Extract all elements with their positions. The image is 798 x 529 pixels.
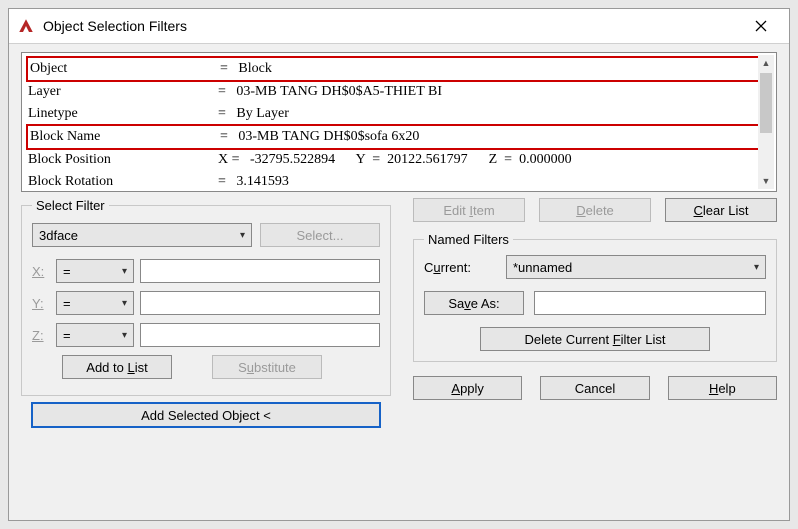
x-label: X:: [32, 264, 50, 279]
help-button[interactable]: Help: [668, 376, 777, 400]
save-as-button[interactable]: Save As:: [424, 291, 524, 315]
list-row[interactable]: Linetype= By Layer: [28, 103, 758, 125]
select-filter-legend: Select Filter: [32, 198, 109, 213]
add-to-list-button[interactable]: Add to List: [62, 355, 172, 379]
list-row-value: = 03-MB TANG DH$0$sofa 6x20: [220, 126, 419, 148]
list-row[interactable]: Block Name= 03-MB TANG DH$0$sofa 6x20: [26, 124, 760, 150]
close-icon: [755, 20, 767, 32]
current-label: Current:: [424, 260, 496, 275]
y-label: Y:: [32, 296, 50, 311]
list-row[interactable]: Layer= 03-MB TANG DH$0$A5-THIET BI: [28, 81, 758, 103]
y-value-input[interactable]: [140, 291, 380, 315]
save-as-input[interactable]: [534, 291, 766, 315]
window-title: Object Selection Filters: [43, 18, 741, 34]
list-row-value: = 3.141593: [218, 171, 289, 193]
select-filter-group: Select Filter 3dface Select...: [21, 198, 391, 396]
select-button: Select...: [260, 223, 380, 247]
list-row[interactable]: Block Rotation= 3.141593: [28, 171, 758, 193]
dialog-content: Object= BlockLayer= 03-MB TANG DH$0$A5-T…: [9, 43, 789, 520]
list-row-value: = Block: [220, 58, 272, 80]
clear-list-button[interactable]: Clear List: [665, 198, 777, 222]
cancel-button[interactable]: Cancel: [540, 376, 649, 400]
list-row[interactable]: Object= Block: [26, 56, 760, 82]
scroll-down-icon[interactable]: ▼: [758, 173, 774, 189]
list-row-key: Linetype: [28, 103, 218, 125]
x-op-combo[interactable]: =: [56, 259, 134, 283]
named-filters-legend: Named Filters: [424, 232, 513, 247]
list-row-key: Layer: [28, 81, 218, 103]
delete-button: Delete: [539, 198, 651, 222]
list-row-key: Block Position: [28, 149, 218, 171]
z-label: Z:: [32, 328, 50, 343]
list-row-value: = By Layer: [218, 103, 289, 125]
add-selected-object-button[interactable]: Add Selected Object <: [31, 402, 381, 428]
list-row-value: = 03-MB TANG DH$0$A5-THIET BI: [218, 81, 442, 103]
edit-item-button: Edit Item: [413, 198, 525, 222]
list-row-key: Object: [30, 58, 220, 80]
list-row-key: Block Name: [30, 126, 220, 148]
current-filter-combo[interactable]: *unnamed: [506, 255, 766, 279]
titlebar: Object Selection Filters: [9, 9, 789, 43]
apply-button[interactable]: Apply: [413, 376, 522, 400]
scroll-thumb[interactable]: [760, 73, 772, 133]
list-row-key: Block Rotation: [28, 171, 218, 193]
close-button[interactable]: [741, 12, 781, 40]
z-value-input[interactable]: [140, 323, 380, 347]
scroll-up-icon[interactable]: ▲: [758, 55, 774, 71]
app-logo-icon: [17, 17, 35, 35]
list-row[interactable]: Block PositionX = -32795.522894 Y = 2012…: [28, 149, 758, 171]
filter-type-combo[interactable]: 3dface: [32, 223, 252, 247]
filter-type-value: 3dface: [39, 228, 78, 243]
y-op-combo[interactable]: =: [56, 291, 134, 315]
named-filters-group: Named Filters Current: *unnamed Save As:: [413, 232, 777, 362]
filter-list[interactable]: Object= BlockLayer= 03-MB TANG DH$0$A5-T…: [21, 52, 777, 192]
x-value-input[interactable]: [140, 259, 380, 283]
scrollbar[interactable]: ▲ ▼: [758, 55, 774, 189]
substitute-button: Substitute: [212, 355, 322, 379]
list-row-value: X = -32795.522894 Y = 20122.561797 Z = 0…: [218, 149, 572, 171]
z-op-combo[interactable]: =: [56, 323, 134, 347]
delete-current-filter-button[interactable]: Delete Current Filter List: [480, 327, 710, 351]
dialog-window: Object Selection Filters Object= BlockLa…: [8, 8, 790, 521]
